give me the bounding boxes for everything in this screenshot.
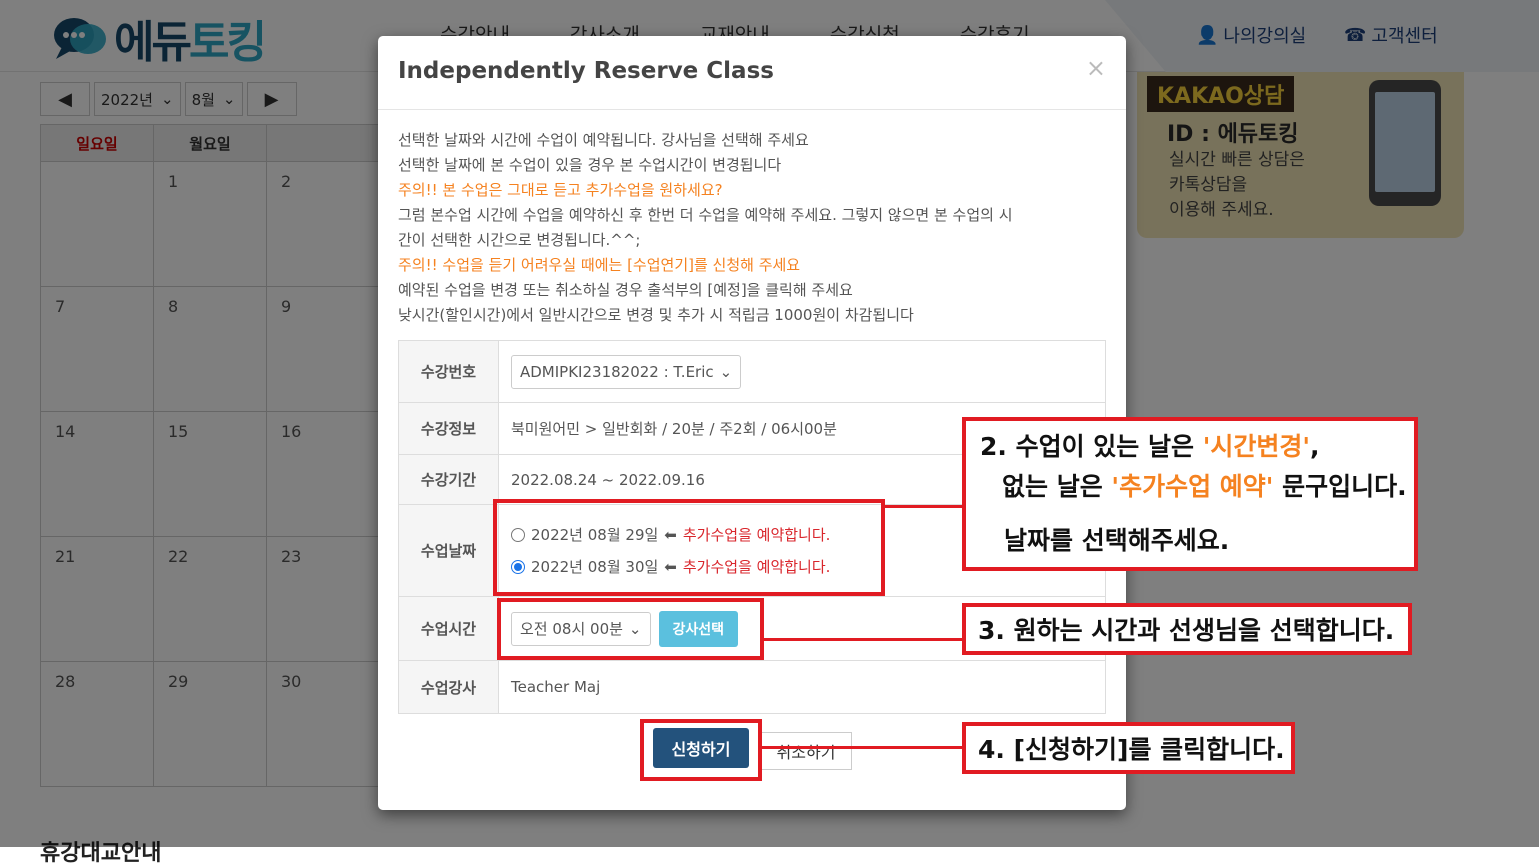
callout-step-3: 3. 원하는 시간과 선생님을 선택합니다. [962, 603, 1412, 655]
notice-warning: 주의!! 본 수업은 그대로 듣고 추가수업을 원하세요? [398, 181, 723, 199]
notice-warning: 주의!! 수업을 듣기 어려우실 때에는 [수업연기]를 신청해 주세요 [398, 256, 801, 274]
cancel-button[interactable]: 취소하기 [760, 732, 852, 770]
teacher-value: Teacher Maj [511, 678, 601, 696]
notice-line: 선택한 날짜와 시간에 수업이 예약됩니다. 강사님을 선택해 주세요 [398, 131, 809, 149]
callout-connector [764, 638, 963, 641]
notice-line: 선택한 날짜에 본 수업이 있을 경우 본 수업시간이 변경됩니다 [398, 156, 782, 174]
notice-line: 그럼 본수업 시간에 수업을 예약하신 후 한번 더 수업을 예약해 주세요. … [398, 206, 1013, 224]
callout-connector [762, 746, 962, 749]
field-label: 수업시간 [399, 597, 499, 660]
field-label: 수강정보 [399, 403, 499, 454]
notice-line: 낮시간(할인시간)에서 일반시간으로 변경 및 추가 시 적립금 1000원이 … [398, 306, 914, 324]
date-highlight-box [493, 499, 885, 596]
field-label: 수강번호 [399, 341, 499, 402]
course-select-value: ADMIPKI23182022 : T.Eric [520, 362, 714, 381]
callout-line: 없는 날은 '추가수업 예약' 문구입니다. [1002, 472, 1407, 501]
notice-text: 선택한 날짜와 시간에 수업이 예약됩니다. 강사님을 선택해 주세요 선택한 … [398, 128, 1106, 328]
close-icon[interactable]: × [1086, 54, 1106, 82]
modal-body: 선택한 날짜와 시간에 수업이 예약됩니다. 강사님을 선택해 주세요 선택한 … [398, 128, 1106, 714]
apply-highlight-box [640, 719, 762, 781]
field-label: 수강기간 [399, 455, 499, 504]
callout-line: 2. 수업이 있는 날은 '시간변경', [980, 432, 1320, 461]
form-row-course-no: 수강번호 ADMIPKI23182022 : T.Eric ⌄ [399, 341, 1105, 403]
course-select[interactable]: ADMIPKI23182022 : T.Eric ⌄ [511, 354, 742, 389]
callout-step-2: 2. 수업이 있는 날은 '시간변경', 없는 날은 '추가수업 예약' 문구입… [962, 417, 1418, 571]
field-label: 수업강사 [399, 661, 499, 713]
field-label: 수업날짜 [399, 505, 499, 596]
callout-connector [885, 505, 963, 508]
time-highlight-box [497, 598, 764, 660]
chevron-down-icon: ⌄ [719, 362, 733, 381]
callout-step-4: 4. [신청하기]를 클릭합니다. [962, 722, 1295, 774]
notice-line: 예약된 수업을 변경 또는 취소하실 경우 출석부의 [예정]을 클릭해 주세요 [398, 281, 853, 299]
modal-title: Independently Reserve Class [398, 58, 774, 84]
form-row-class-teacher: 수업강사 Teacher Maj [399, 661, 1105, 713]
callout-line: 날짜를 선택해주세요. [1004, 526, 1230, 555]
modal-header: Independently Reserve Class × [378, 36, 1126, 110]
notice-line: 간이 선택한 시간으로 변경됩니다.^^; [398, 231, 641, 249]
